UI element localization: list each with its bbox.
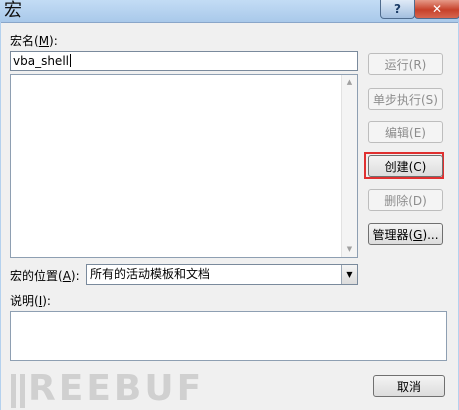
macro-list[interactable]: ▲ ▼ <box>10 74 358 258</box>
chevron-down-icon[interactable]: ▼ <box>341 265 357 284</box>
title-bar: 宏 ? ✕ <box>0 0 459 22</box>
close-icon: ✕ <box>431 2 443 16</box>
step-into-button[interactable]: 单步执行(S) <box>368 88 443 110</box>
cancel-button[interactable]: 取消 <box>373 375 445 397</box>
scroll-up-arrow-icon[interactable]: ▲ <box>342 75 357 90</box>
window-title: 宏 <box>4 0 22 21</box>
edit-button[interactable]: 编辑(E) <box>368 121 443 143</box>
text-caret <box>69 54 71 67</box>
help-icon: ? <box>394 2 401 16</box>
run-button[interactable]: 运行(R) <box>368 53 443 75</box>
macro-name-label: 宏名(M): <box>10 34 58 48</box>
dialog-body: 宏名(M): vba_shell ▲ ▼ 运行(R) 单步执行(S) 编辑(E)… <box>1 22 458 410</box>
organizer-button[interactable]: 管理器(G)... <box>368 223 443 245</box>
macro-location-value: 所有的活动模板和文档 <box>90 267 211 281</box>
close-button[interactable]: ✕ <box>414 0 459 19</box>
macro-name-input[interactable]: vba_shell <box>10 51 358 71</box>
delete-button[interactable]: 删除(D) <box>368 189 443 211</box>
macro-list-scrollbar[interactable]: ▲ ▼ <box>341 75 357 257</box>
create-button[interactable]: 创建(C) <box>368 155 443 177</box>
watermark-logo-icon <box>11 374 25 408</box>
watermark-text: REEBUF <box>28 368 205 409</box>
scroll-down-arrow-icon[interactable]: ▼ <box>342 242 357 257</box>
description-label: 说明(I): <box>10 294 51 308</box>
description-textbox[interactable] <box>10 311 447 361</box>
help-button[interactable]: ? <box>380 0 415 19</box>
macro-location-select[interactable]: 所有的活动模板和文档 ▼ <box>86 264 358 285</box>
macro-location-label: 宏的位置(A): <box>10 269 80 283</box>
